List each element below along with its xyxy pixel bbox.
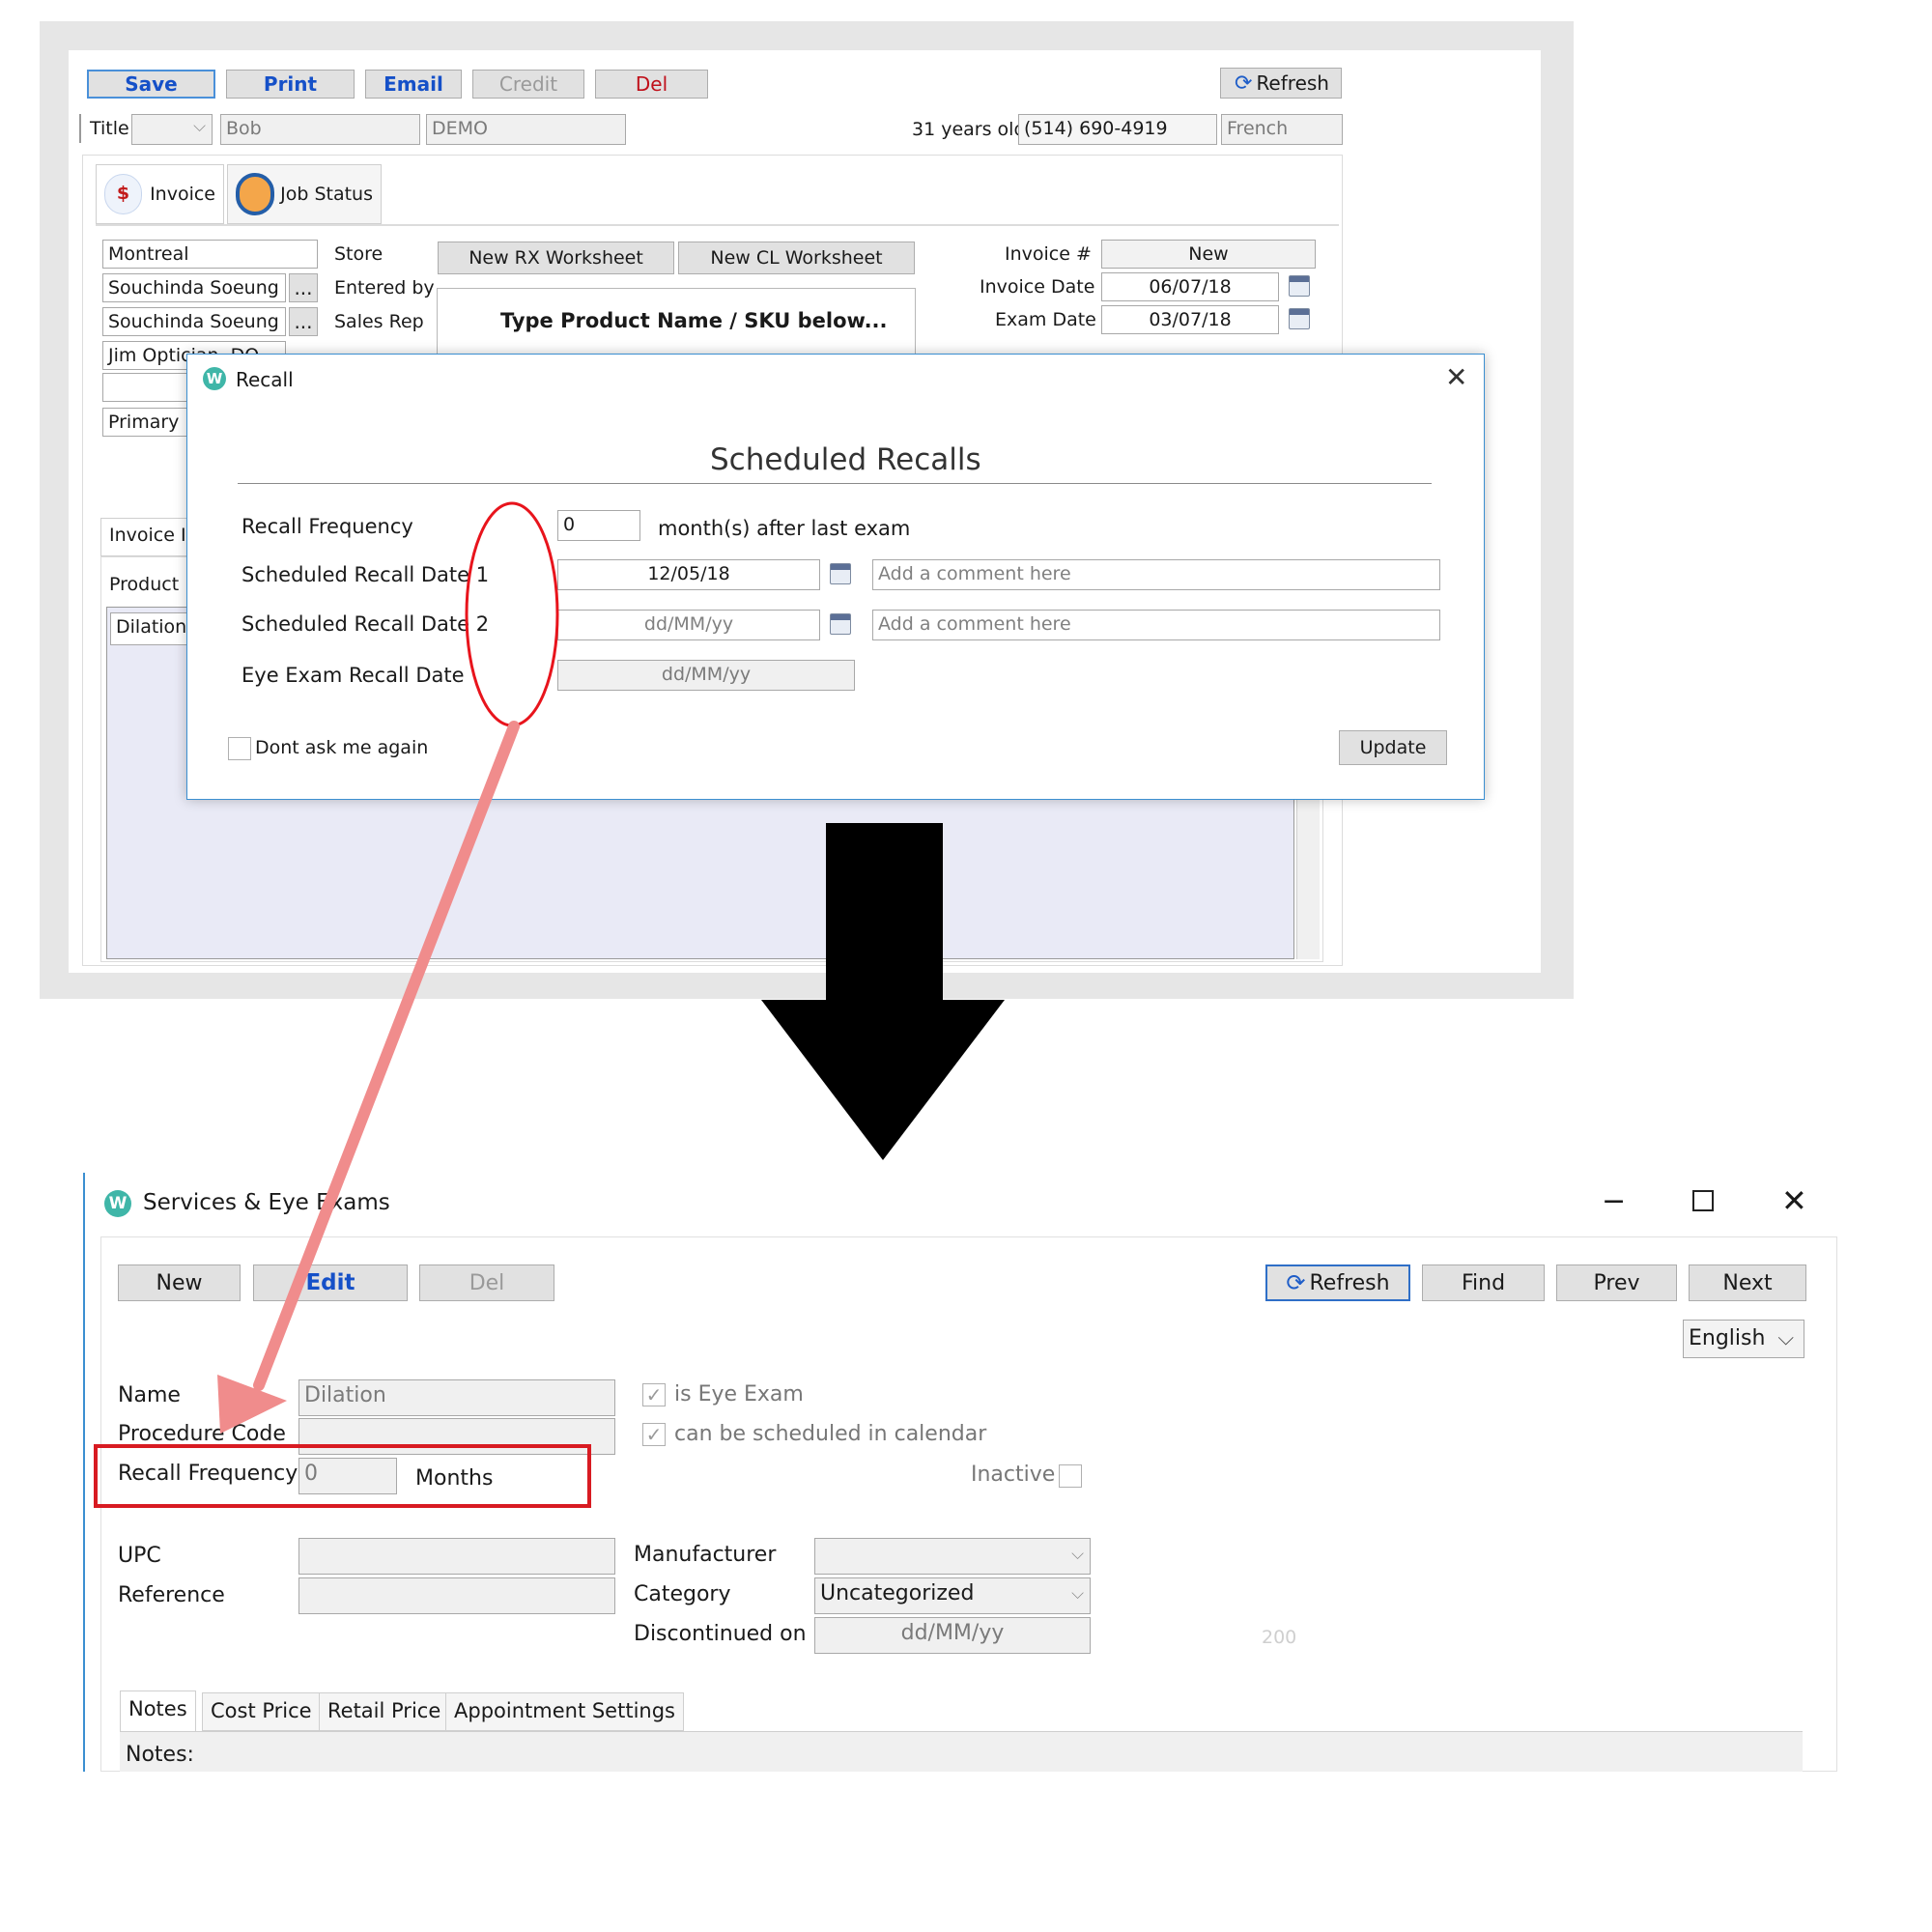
highlight-box <box>94 1444 591 1508</box>
big-arrow-head <box>761 1000 1005 1160</box>
annotation-overlay <box>94 501 1005 1508</box>
pointer-arrow-shaft <box>253 721 520 1391</box>
highlight-circle <box>465 501 559 727</box>
pointer-arrow-head <box>217 1375 287 1434</box>
big-arrow-shaft <box>826 823 943 1002</box>
